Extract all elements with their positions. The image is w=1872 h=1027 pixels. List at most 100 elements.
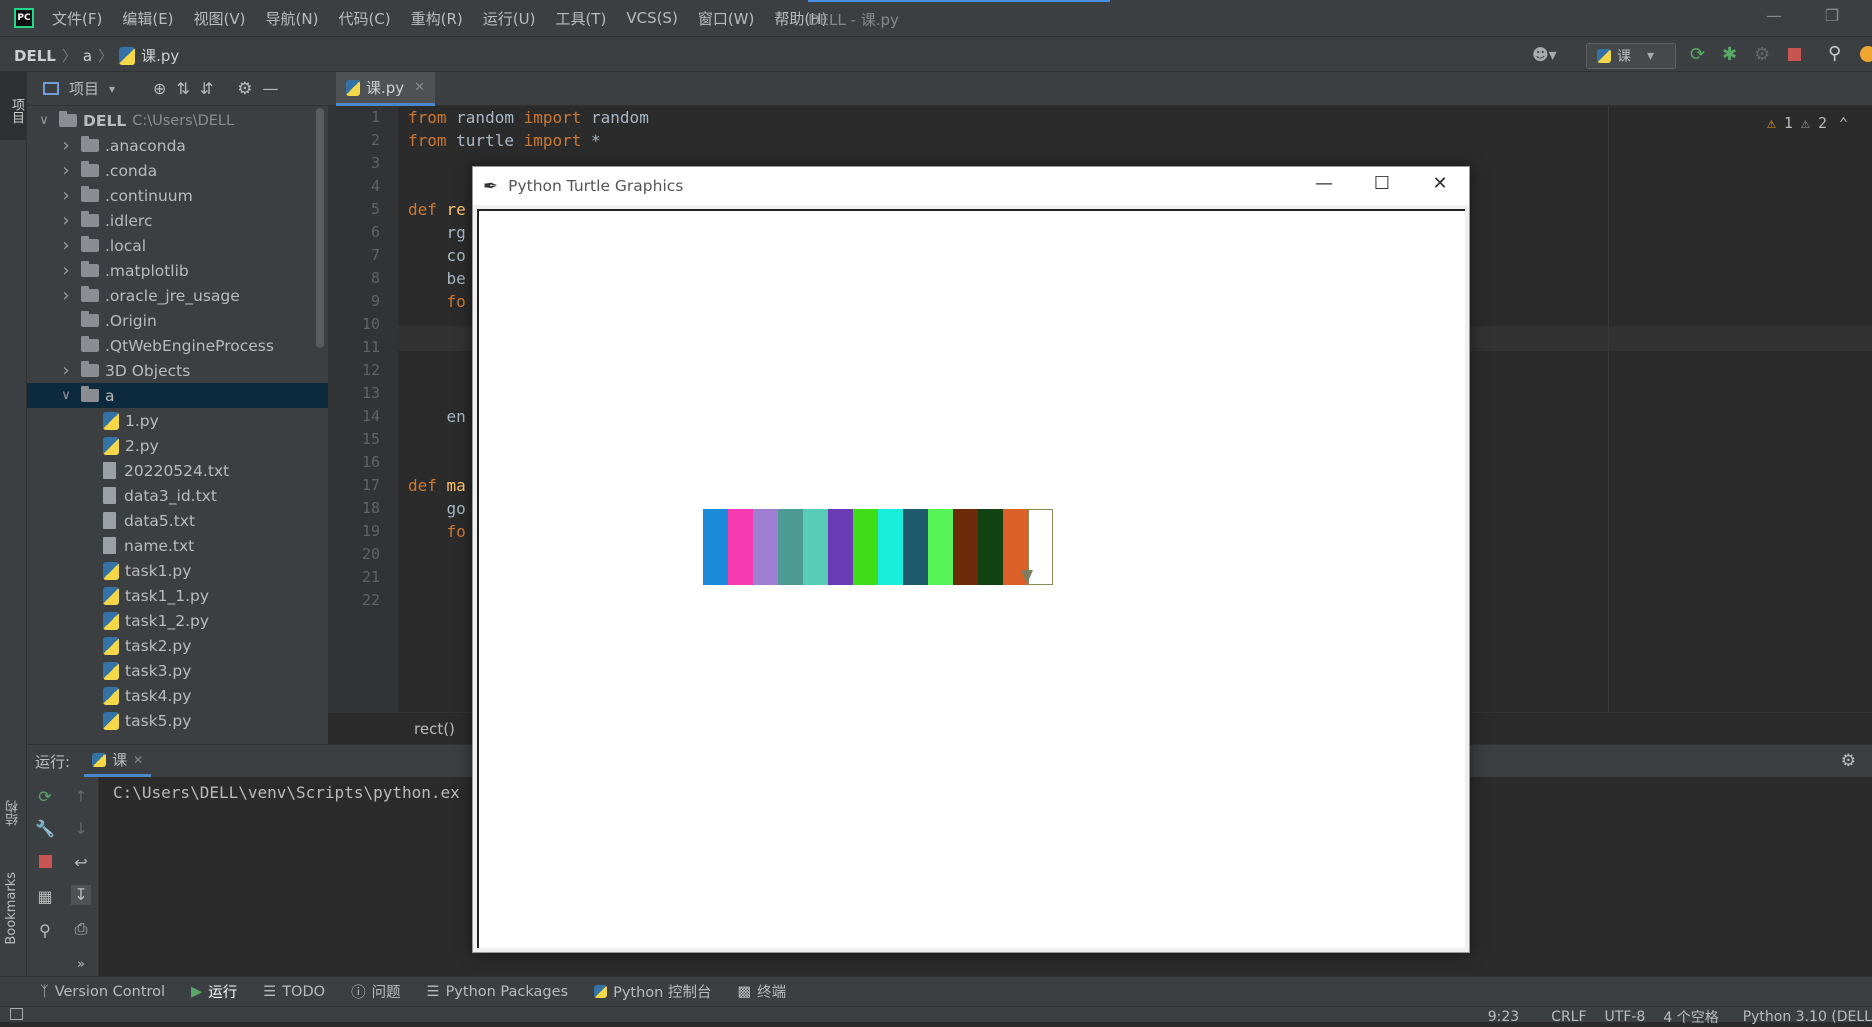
gear-icon[interactable]: ⚙ (237, 79, 252, 99)
tree-root[interactable]: ∨ DELL C:\Users\DELL (27, 108, 328, 133)
tool-todo[interactable]: ☰ TODO (263, 984, 325, 1000)
status-indent[interactable]: 4 个空格 (1663, 1007, 1718, 1027)
tree-file[interactable]: data5.txt (27, 508, 328, 533)
update-icon[interactable] (1860, 46, 1872, 62)
project-scrollbar[interactable] (316, 108, 324, 348)
chevron-right-icon[interactable]: › (59, 185, 73, 206)
tool-python-console[interactable]: Python 控制台 (594, 981, 711, 1002)
turtle-minimize-icon[interactable]: — (1297, 173, 1351, 199)
chevron-right-icon[interactable]: › (59, 135, 73, 156)
gear-icon[interactable]: ⚙ (1841, 751, 1856, 771)
run-tab[interactable]: 课 ✕ (84, 745, 152, 777)
tree-file[interactable]: task3.py (27, 658, 328, 683)
tree-file[interactable]: task1_2.py (27, 608, 328, 633)
pycharm-logo-icon[interactable]: PC (14, 8, 34, 28)
pin-icon[interactable]: ⚲ (35, 921, 55, 941)
tree-folder[interactable]: › .anaconda (27, 133, 328, 158)
tree-folder[interactable]: › 3D Objects (27, 358, 328, 383)
tree-folder[interactable]: › .matplotlib (27, 258, 328, 283)
tool-terminal[interactable]: ▩ 终端 (737, 981, 786, 1002)
menu-item-2[interactable]: 视图(V) (192, 4, 248, 33)
structure-tool-tab[interactable]: 结构 (4, 800, 23, 826)
editor-tab[interactable]: 课.py ✕ (336, 72, 436, 106)
chevron-right-icon[interactable]: › (59, 285, 73, 306)
status-line-separator[interactable]: CRLF (1551, 1009, 1586, 1025)
coverage-icon[interactable]: ⚙ (1754, 44, 1770, 65)
locate-icon[interactable]: ⊕ (153, 79, 166, 98)
search-icon[interactable]: ⚲ (1828, 43, 1841, 64)
arrow-up-icon[interactable]: ↑ (71, 787, 91, 807)
tool-run[interactable]: ▶ 运行 (191, 981, 237, 1002)
turtle-canvas[interactable] (477, 209, 1465, 948)
chevron-down-icon[interactable]: ▾ (109, 82, 115, 96)
hide-icon[interactable]: — (263, 79, 279, 98)
stop-icon[interactable] (1788, 48, 1801, 61)
breadcrumb-root[interactable]: DELL (14, 47, 56, 65)
chevron-up-icon[interactable]: ⌃ (1839, 114, 1848, 132)
turtle-maximize-icon[interactable]: ☐ (1355, 173, 1409, 199)
menu-item-0[interactable]: 文件(F) (50, 4, 104, 33)
chevron-right-icon[interactable]: › (59, 235, 73, 256)
project-tool-tab[interactable]: 项目 (0, 72, 26, 140)
status-encoding[interactable]: UTF-8 (1605, 1009, 1646, 1025)
stop-icon[interactable] (35, 853, 55, 873)
menu-item-6[interactable]: 运行(U) (481, 4, 538, 33)
chevron-down-icon[interactable]: ∨ (37, 113, 51, 128)
menu-item-8[interactable]: VCS(S) (624, 5, 679, 31)
tree-file[interactable]: 20220524.txt (27, 458, 328, 483)
soft-wrap-icon[interactable]: ↩ (71, 853, 91, 873)
run-config-selector[interactable]: 课 ▾ (1586, 43, 1676, 69)
tree-folder[interactable]: › .oracle_jre_usage (27, 283, 328, 308)
tree-file[interactable]: 1.py (27, 408, 328, 433)
minimize-icon[interactable]: — (1754, 6, 1794, 30)
chevron-right-icon[interactable]: › (59, 360, 73, 381)
debug-icon[interactable]: ✱ (1722, 44, 1737, 65)
layout-icon[interactable]: ▦ (35, 887, 55, 907)
turtle-close-icon[interactable]: ✕ (1413, 173, 1467, 199)
tree-file[interactable]: name.txt (27, 533, 328, 558)
tree-file[interactable]: task5.py (27, 708, 328, 733)
tool-problems[interactable]: ⓘ 问题 (351, 981, 401, 1002)
tree-folder[interactable]: › .local (27, 233, 328, 258)
menu-item-3[interactable]: 导航(N) (264, 4, 321, 33)
tree-file[interactable]: data3_id.txt (27, 483, 328, 508)
editor-breadcrumb-item[interactable]: rect() (414, 720, 455, 738)
wrench-icon[interactable]: 🔧 (35, 819, 55, 839)
arrow-down-icon[interactable]: ↓ (71, 819, 91, 839)
inspection-widget[interactable]: ⚠ 1 ⚠ 2 ⌃ (1767, 114, 1848, 132)
collapse-all-icon[interactable]: ⇵ (200, 79, 213, 98)
user-icon[interactable]: ☻▾ (1532, 45, 1562, 64)
tree-folder[interactable]: › .conda (27, 158, 328, 183)
breadcrumb-file[interactable]: 课.py (141, 45, 179, 66)
bookmarks-tool-tab[interactable]: Bookmarks (4, 872, 19, 945)
menu-item-1[interactable]: 编辑(E) (120, 4, 175, 33)
rerun-icon[interactable]: ⟳ (1690, 44, 1705, 65)
menu-item-7[interactable]: 工具(T) (553, 4, 608, 33)
menu-item-4[interactable]: 代码(C) (336, 4, 392, 33)
tree-file[interactable]: task4.py (27, 683, 328, 708)
breadcrumb-folder[interactable]: a (83, 47, 92, 65)
chevron-right-icon[interactable]: › (59, 260, 73, 281)
status-interpreter[interactable]: Python 3.10 (DELL (1743, 1009, 1872, 1025)
rerun-icon[interactable]: ⟳ (35, 787, 55, 807)
menu-item-5[interactable]: 重构(R) (409, 4, 465, 33)
tree-folder[interactable]: .QtWebEngineProcess (27, 333, 328, 358)
tree-folder[interactable]: .Origin (27, 308, 328, 333)
close-icon[interactable]: ✕ (133, 753, 143, 767)
chevron-down-icon[interactable]: ∨ (59, 388, 73, 403)
project-view-label[interactable]: 项目 (69, 78, 99, 99)
tree-folder[interactable]: ∨ a (27, 383, 328, 408)
menu-item-9[interactable]: 窗口(W) (696, 4, 757, 33)
expand-all-icon[interactable]: ⇅ (176, 79, 189, 98)
restore-icon[interactable]: ❐ (1812, 6, 1852, 30)
console-output[interactable]: C:\Users\DELL\venv\Scripts\python.ex (113, 783, 460, 802)
scroll-to-end-icon[interactable]: ↧ (71, 885, 91, 905)
tree-file[interactable]: 2.py (27, 433, 328, 458)
chevron-right-icon[interactable]: › (59, 210, 73, 231)
more-icon[interactable]: » (71, 955, 91, 975)
tree-folder[interactable]: › .idlerc (27, 208, 328, 233)
status-layout-icon[interactable] (10, 1008, 23, 1020)
tree-file[interactable]: task1_1.py (27, 583, 328, 608)
print-icon[interactable]: ⎙ (71, 919, 91, 939)
tree-file[interactable]: task2.py (27, 633, 328, 658)
